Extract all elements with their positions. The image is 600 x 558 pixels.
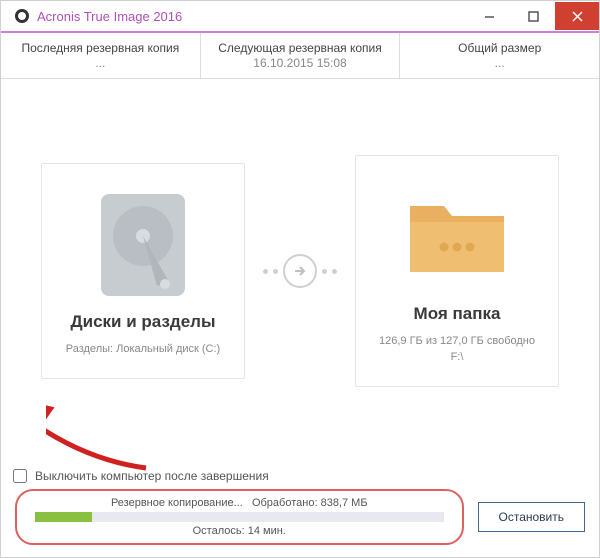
transfer-arrow: [263, 254, 337, 288]
stop-button[interactable]: Остановить: [478, 502, 586, 532]
window-controls: [467, 2, 599, 30]
total-size-value: ...: [400, 56, 599, 70]
progress-bottom-text: Осталось: 14 мин.: [193, 525, 286, 537]
status-summary-row: Последняя резервная копия ... Следующая …: [1, 33, 599, 79]
shutdown-label: Выключить компьютер после завершения: [35, 469, 269, 483]
total-size-cell: Общий размер ...: [400, 33, 599, 78]
arrow-right-icon: [283, 254, 317, 288]
progress-bar-fill: [35, 512, 92, 522]
last-backup-cell: Последняя резервная копия ...: [1, 33, 201, 78]
maximize-icon: [528, 11, 539, 22]
app-window: Acronis True Image 2016 Последняя резерв…: [0, 0, 600, 558]
shutdown-option-row: Выключить компьютер после завершения: [1, 463, 599, 483]
minimize-button[interactable]: [467, 2, 511, 30]
titlebar: Acronis True Image 2016: [1, 1, 599, 33]
destination-tile[interactable]: Моя папка 126,9 ГБ из 127,0 ГБ свободно …: [355, 155, 559, 387]
progress-remaining-value: 14 мин.: [248, 525, 286, 537]
last-backup-value: ...: [1, 56, 200, 70]
progress-status: Резервное копирование...: [111, 497, 243, 509]
dot-icon: [263, 269, 268, 274]
source-title: Диски и разделы: [71, 312, 216, 332]
dot-icon: [332, 269, 337, 274]
progress-panel: Резервное копирование... Обработано: 838…: [15, 489, 464, 545]
progress-top-text: Резервное копирование... Обработано: 838…: [111, 497, 368, 509]
next-backup-value: 16.10.2015 15:08: [201, 56, 400, 70]
folder-icon: [402, 182, 512, 292]
window-title: Acronis True Image 2016: [37, 9, 182, 24]
main-content: Диски и разделы Разделы: Локальный диск …: [1, 79, 599, 463]
source-subtitle: Разделы: Локальный диск (C:): [66, 342, 220, 358]
progress-processed-value: 838,7 МБ: [321, 497, 368, 509]
last-backup-label: Последняя резервная копия: [1, 41, 200, 55]
close-button[interactable]: [555, 2, 599, 30]
hard-disk-icon: [88, 190, 198, 300]
close-icon: [572, 11, 583, 22]
maximize-button[interactable]: [511, 2, 555, 30]
minimize-icon: [484, 11, 495, 22]
shutdown-checkbox[interactable]: [13, 469, 27, 483]
progress-bar: [35, 512, 444, 522]
destination-subtitle: 126,9 ГБ из 127,0 ГБ свободно F:\: [379, 334, 535, 366]
progress-processed-label: Обработано:: [252, 497, 318, 509]
dot-icon: [322, 269, 327, 274]
next-backup-cell: Следующая резервная копия 16.10.2015 15:…: [201, 33, 401, 78]
progress-remaining-label: Осталось:: [193, 525, 245, 537]
footer-row: Резервное копирование... Обработано: 838…: [1, 483, 599, 557]
destination-title: Моя папка: [414, 304, 501, 324]
next-backup-label: Следующая резервная копия: [201, 41, 400, 55]
source-tile[interactable]: Диски и разделы Разделы: Локальный диск …: [41, 163, 245, 379]
app-logo-icon: [15, 9, 29, 23]
total-size-label: Общий размер: [400, 41, 599, 55]
dot-icon: [273, 269, 278, 274]
